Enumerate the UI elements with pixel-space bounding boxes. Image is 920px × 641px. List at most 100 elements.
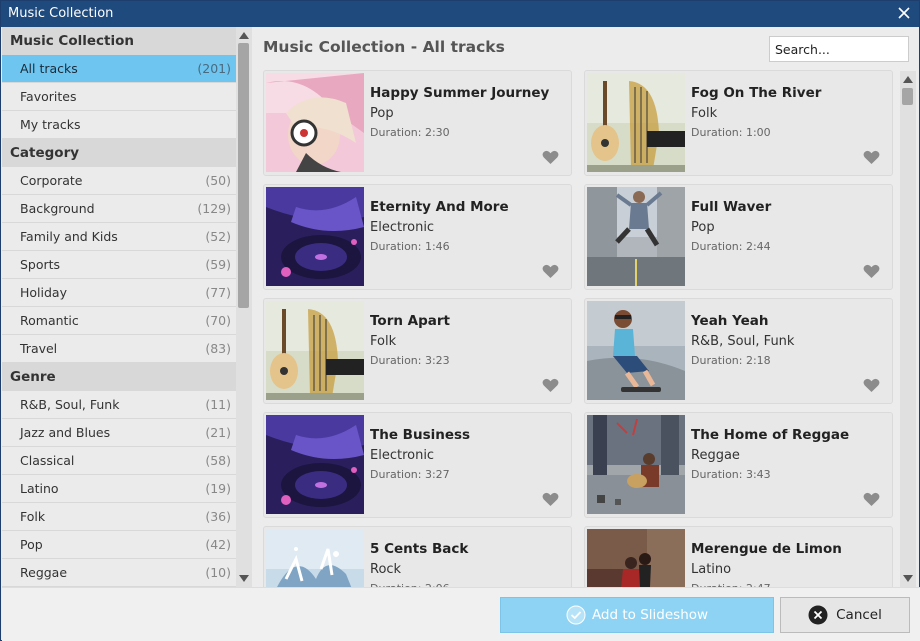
track-thumbnail [266,301,364,400]
sidebar-item-count: (36) [205,509,231,524]
sidebar-item-label: Travel [20,341,58,356]
tracks-scrollbar[interactable] [900,71,916,587]
sidebar-item-sports[interactable]: Sports (59) [2,251,236,279]
sidebar-item-label: Holiday [20,285,67,300]
track-card[interactable]: 5 Cents BackRockDuration: 2:06 [263,526,572,587]
sidebar-item-r-b-soul-funk[interactable]: R&B, Soul, Funk (11) [2,391,236,419]
track-title: Yeah Yeah [691,313,769,329]
tracks-scroll-thumb[interactable] [902,88,913,105]
sidebar-item-label: Romantic [20,313,79,328]
sidebar-scroll-thumb[interactable] [238,43,249,308]
sidebar-item-latino[interactable]: Latino (19) [2,475,236,503]
heart-icon[interactable] [863,150,880,165]
track-card[interactable]: Torn Apart Folk Duration: 3:23 [263,298,572,404]
add-to-slideshow-button[interactable]: Add to Slideshow [500,597,774,633]
sidebar-item-corporate[interactable]: Corporate (50) [2,167,236,195]
heart-icon[interactable] [863,492,880,507]
sidebar-item-label: Reggae [20,565,68,580]
sidebar-item-label: Latino [20,481,59,496]
track-title: The Home of Reggae [691,427,850,443]
track-duration: Duration: 3:43 [691,468,771,481]
track-thumbnail [587,73,685,172]
track-card[interactable]: The Business Electronic Duration: 3:27 [263,412,572,518]
track-title: Torn Apart [370,313,450,329]
sidebar-item-count: (59) [205,257,231,272]
track-genre: Electronic [370,220,435,235]
track-thumbnail [266,529,364,587]
sidebar-item-count: (58) [205,453,231,468]
sidebar-item-jazz-and-blues[interactable]: Jazz and Blues (21) [2,419,236,447]
scroll-down-arrow-icon[interactable] [238,574,250,584]
track-duration: Duration: 2:18 [691,354,771,367]
track-genre: Pop [370,106,394,121]
heart-icon[interactable] [542,492,559,507]
heart-icon[interactable] [542,378,559,393]
search-input[interactable] [769,36,909,62]
sidebar-item-count: (52) [205,229,231,244]
heart-icon[interactable] [542,264,559,279]
heart-icon[interactable] [863,264,880,279]
sidebar-item-folk[interactable]: Folk (36) [2,503,236,531]
track-genre: Electronic [370,448,435,463]
track-genre: Rock [370,562,402,577]
sidebar-scrollbar[interactable] [236,27,252,587]
track-card[interactable]: Fog On The River Folk Duration: 1:00 [584,70,893,176]
sidebar-item-holiday[interactable]: Holiday (77) [2,279,236,307]
sidebar-item-count: (201) [197,61,231,76]
sidebar-item-label: R&B, Soul, Funk [20,397,120,412]
heart-icon[interactable] [863,378,880,393]
sidebar-item-label: Pop [20,537,43,552]
sidebar-item-count: (83) [205,341,231,356]
track-duration: Duration: 1:46 [370,240,450,253]
track-card[interactable]: Eternity And More Electronic Duration: 1:4… [263,184,572,290]
sidebar-item-travel[interactable]: Travel (83) [2,335,236,363]
track-genre: Pop [691,220,715,235]
sidebar-item-label: Favorites [20,89,77,104]
scroll-down-arrow-icon[interactable] [902,574,914,584]
track-duration: Duration: 2:44 [691,240,771,253]
track-duration: Duration: 3:27 [370,468,450,481]
sidebar-section-heading: Music Collection [2,27,236,55]
track-genre: R&B, Soul, Funk [691,334,795,349]
title-bar: Music Collection [1,1,919,27]
track-duration: Duration: 3:23 [370,354,450,367]
track-title: Eternity And More [370,199,509,215]
sidebar-item-count: (11) [205,397,231,412]
track-title: The Business [370,427,471,443]
track-genre: Folk [370,334,397,349]
track-genre: Folk [691,106,718,121]
sidebar-item-background[interactable]: Background (129) [2,195,236,223]
close-icon[interactable] [895,4,913,22]
sidebar-item-count: (42) [205,537,231,552]
page-title: Music Collection - All tracks [263,38,505,56]
sidebar-item-favorites[interactable]: Favorites [2,83,236,111]
sidebar-item-classical[interactable]: Classical (58) [2,447,236,475]
sidebar-item-all-tracks[interactable]: All tracks (201) [2,55,236,83]
track-card[interactable]: Full Waver Pop Duration: 2:44 [584,184,893,290]
sidebar-item-my-tracks[interactable]: My tracks [2,111,236,139]
sidebar-item-label: Classical [20,453,75,468]
heart-icon[interactable] [542,150,559,165]
track-card[interactable]: Merengue de LimonLatinoDuration: 2:47 [584,526,893,587]
sidebar-item-pop[interactable]: Pop (42) [2,531,236,559]
sidebar-item-label: Sports [20,257,61,272]
sidebar-item-reggae[interactable]: Reggae (10) [2,559,236,587]
track-card[interactable]: Happy Summer Journey Pop Duration: 2:30 [263,70,572,176]
sidebar-item-count: (10) [205,565,231,580]
sidebar-item-romantic[interactable]: Romantic (70) [2,307,236,335]
track-genre: Reggae [691,448,740,463]
sidebar-item-count: (19) [205,481,231,496]
sidebar-item-family-and-kids[interactable]: Family and Kids (52) [2,223,236,251]
scroll-up-arrow-icon[interactable] [902,74,914,84]
music-collection-dialog: Music Collection Music Collection All tra… [0,0,920,641]
scroll-up-arrow-icon[interactable] [238,30,250,40]
cancel-button[interactable]: Cancel [780,597,910,633]
track-card[interactable]: The Home of Reggae Reggae Duration: 3:43 [584,412,893,518]
track-title: Full Waver [691,199,772,215]
sidebar-item-label: My tracks [20,117,81,132]
sidebar-item-label: All tracks [20,61,78,76]
track-title: Merengue de Limon [691,541,842,557]
cancel-label: Cancel [836,607,882,623]
track-card[interactable]: Yeah Yeah R&B, Soul, Funk Duration: 2:18 [584,298,893,404]
window-title: Music Collection [8,6,114,21]
